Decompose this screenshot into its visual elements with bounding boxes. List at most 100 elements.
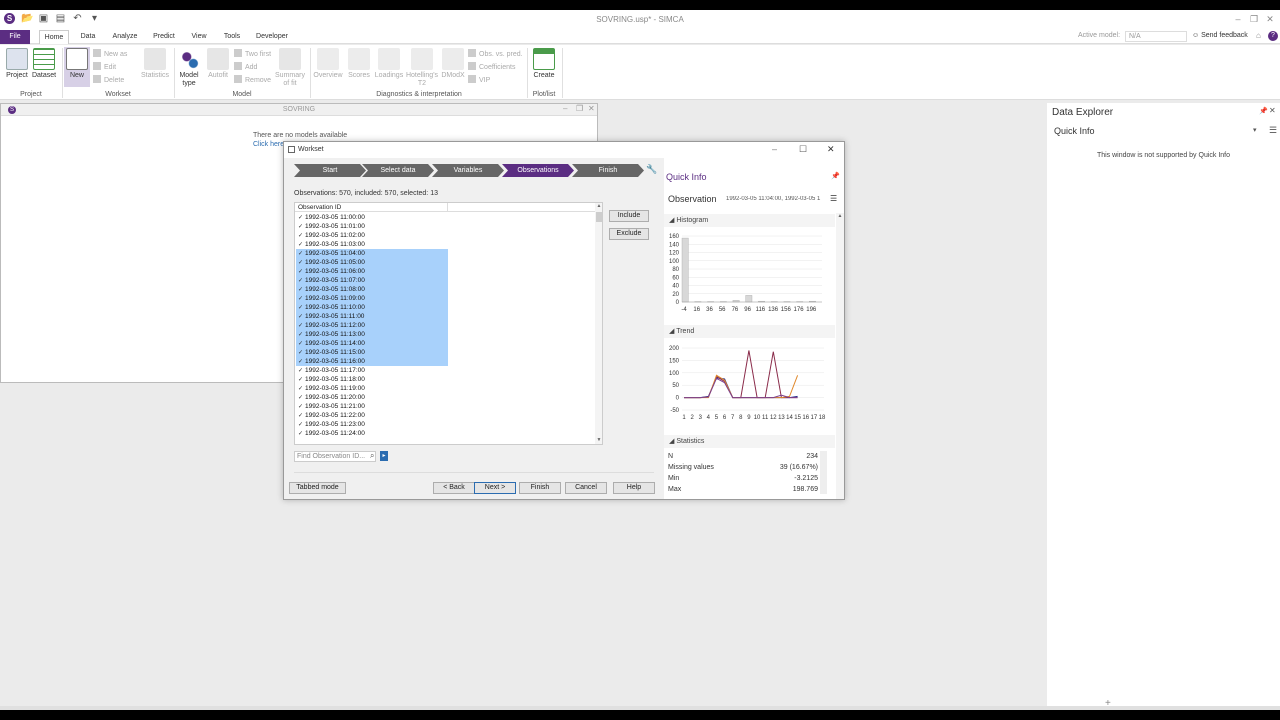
vip-button[interactable]: VIP [468,75,490,85]
tab-developer[interactable]: Developer [253,30,291,44]
tab-file[interactable]: File [0,30,30,44]
dmodx-button[interactable]: DModX [440,48,466,80]
histogram-section-header[interactable]: ◢ Histogram [664,214,835,227]
remove-component-button[interactable]: Remove [234,75,271,85]
include-button[interactable]: Include [609,210,649,222]
find-next-button[interactable]: ▸ [380,451,388,461]
edit-workset-button[interactable]: Edit [93,62,116,72]
close-panel-icon[interactable]: ✕ [1269,106,1276,115]
search-icon[interactable]: ⌕ [370,451,374,461]
model-type-button[interactable]: Model type [176,48,202,88]
scores-button[interactable]: Scores [346,48,372,80]
trend-section-header[interactable]: ◢ Trend [664,325,835,338]
dataset-button[interactable]: Dataset [31,48,57,80]
wrench-icon[interactable]: 🔧 [646,164,657,175]
click-here-link[interactable]: Click here [253,141,284,148]
table-row[interactable]: ✓ 1992-03-05 11:24:00 [296,429,448,438]
back-button[interactable]: < Back [433,482,475,494]
tabbed-mode-button[interactable]: Tabbed mode [289,482,346,494]
scroll-down-icon[interactable]: ▼ [595,437,602,443]
dropdown-icon[interactable]: ▾ [1253,126,1257,134]
table-row[interactable]: ✓ 1992-03-05 11:12:00 [296,321,448,330]
close-icon[interactable]: ✕ [588,104,595,113]
table-row[interactable]: ✓ 1992-03-05 11:13:00 [296,330,448,339]
tab-home[interactable]: Home [39,30,69,44]
tab-data[interactable]: Data [76,30,100,44]
table-row[interactable]: ✓ 1992-03-05 11:19:00 [296,384,448,393]
tab-analyze[interactable]: Analyze [108,30,142,44]
collapse-ribbon-icon[interactable]: ⌂ [1256,31,1261,40]
two-first-button[interactable]: Two first [234,49,271,59]
minimize-icon[interactable]: – [563,104,567,113]
table-row[interactable]: ✓ 1992-03-05 11:14:00 [296,339,448,348]
loadings-button[interactable]: Loadings [374,48,404,80]
observations-list[interactable]: Observation ID ✓ 1992-03-05 11:00:00 ✓ 1992… [294,202,603,445]
table-row[interactable]: ✓ 1992-03-05 11:17:00 [296,366,448,375]
table-row[interactable]: ✓ 1992-03-05 11:05:00 [296,258,448,267]
active-model-select[interactable]: N/A [1125,31,1187,42]
pin-icon[interactable]: 📌 [831,172,840,180]
next-button[interactable]: Next > [474,482,516,494]
statistics-section-header[interactable]: ◢ Statistics [664,435,835,448]
column-header-observation-id[interactable]: Observation ID [298,203,341,212]
table-row[interactable]: ✓ 1992-03-05 11:23:00 [296,420,448,429]
restore-icon[interactable]: ❐ [1247,14,1261,25]
panel-scrollbar[interactable]: ▲ [836,213,844,499]
stats-scrollbar[interactable] [820,451,827,494]
step-start[interactable]: Start [294,164,366,177]
project-button[interactable]: Project [4,48,30,80]
table-row[interactable]: ✓ 1992-03-05 11:22:00 [296,411,448,420]
cancel-button[interactable]: Cancel [565,482,607,494]
restore-icon[interactable]: ❐ [576,104,583,113]
table-row[interactable]: ✓ 1992-03-05 11:18:00 [296,375,448,384]
column-divider[interactable] [447,203,448,212]
new-workset-button[interactable]: New [64,47,90,87]
table-row[interactable]: ✓ 1992-03-05 11:03:00 [296,240,448,249]
tab-predict[interactable]: Predict [148,30,180,44]
table-row[interactable]: ✓ 1992-03-05 11:09:00 [296,294,448,303]
table-row[interactable]: ✓ 1992-03-05 11:11:00 [296,312,448,321]
help-button[interactable]: Help [613,482,655,494]
table-row[interactable]: ✓ 1992-03-05 11:10:00 [296,303,448,312]
statistics-button[interactable]: Statistics [140,48,170,80]
send-feedback-button[interactable]: ☺ Send feedback [1192,32,1248,39]
table-row[interactable]: ✓ 1992-03-05 11:16:00 [296,357,448,366]
table-row[interactable]: ✓ 1992-03-05 11:21:00 [296,402,448,411]
find-observation-input[interactable]: Find Observation ID... [294,451,376,462]
table-row[interactable]: ✓ 1992-03-05 11:20:00 [296,393,448,402]
help-icon[interactable]: ? [1268,31,1278,41]
tab-view[interactable]: View [187,30,211,44]
summary-of-fit-button[interactable]: Summary of fit [274,48,306,88]
step-variables[interactable]: Variables [432,164,504,177]
new-as-button[interactable]: New as [93,49,127,59]
table-row[interactable]: ✓ 1992-03-05 11:08:00 [296,285,448,294]
table-row[interactable]: ✓ 1992-03-05 11:02:00 [296,231,448,240]
create-button[interactable]: Create [530,48,558,80]
step-select-data[interactable]: Select data [362,164,434,177]
minimize-icon[interactable]: – [772,144,777,154]
hotellings-button[interactable]: Hotelling's T2 [405,48,439,88]
table-row[interactable]: ✓ 1992-03-05 11:04:00 [296,249,448,258]
step-observations[interactable]: Observations [502,164,574,177]
finish-button[interactable]: Finish [519,482,561,494]
exclude-button[interactable]: Exclude [609,228,649,240]
add-component-button[interactable]: Add [234,62,257,72]
scroll-up-icon[interactable]: ▲ [595,203,602,209]
maximize-icon[interactable]: ☐ [799,144,807,155]
autofit-button[interactable]: Autofit [205,48,231,80]
delete-workset-button[interactable]: Delete [93,75,124,85]
obs-vs-pred-button[interactable]: Obs. vs. pred. [468,49,523,59]
scroll-up-icon[interactable]: ▲ [836,213,844,219]
overview-button[interactable]: Overview [313,48,343,80]
minimize-icon[interactable]: – [1231,14,1245,24]
table-row[interactable]: ✓ 1992-03-05 11:06:00 [296,267,448,276]
pin-icon[interactable]: 📌 [1259,107,1268,115]
table-row[interactable]: ✓ 1992-03-05 11:00:00 [296,213,448,222]
close-icon[interactable]: ✕ [1263,14,1277,25]
table-row[interactable]: ✓ 1992-03-05 11:15:00 [296,348,448,357]
list-scrollbar[interactable]: ▲ ▼ [595,203,602,444]
scroll-thumb[interactable] [596,212,602,222]
coefficients-button[interactable]: Coefficients [468,62,515,72]
tab-tools[interactable]: Tools [219,30,245,44]
step-finish[interactable]: Finish [572,164,644,177]
